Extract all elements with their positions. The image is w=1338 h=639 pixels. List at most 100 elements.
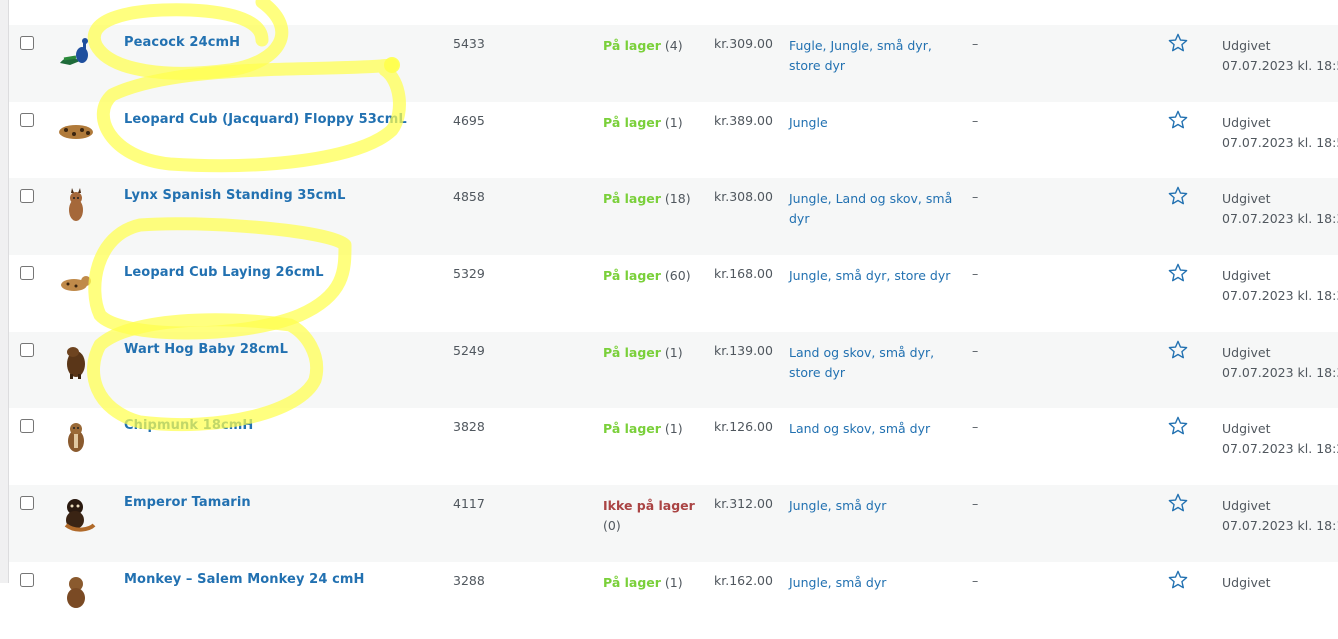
product-categories[interactable]: Land og skov, små dyr, store dyr xyxy=(789,343,964,383)
stock-count: (1) xyxy=(664,344,683,360)
row-select-checkbox[interactable] xyxy=(20,419,34,434)
stock-count: (1) xyxy=(664,114,683,130)
stock-status: På lager xyxy=(603,421,661,437)
product-categories[interactable]: Jungle, små dyr xyxy=(789,496,964,516)
star-outline-icon[interactable] xyxy=(1167,262,1189,284)
publish-date: 07.07.2023 kl. 18:39 xyxy=(1222,211,1338,227)
warthog-thumbnail[interactable] xyxy=(56,340,96,380)
product-sku: 3288 xyxy=(453,572,485,588)
product-name-link[interactable]: Wart Hog Baby 28cmL xyxy=(124,342,288,357)
publish-status: Udgivet xyxy=(1222,344,1271,360)
product-categories[interactable]: Jungle, små dyr, store dyr xyxy=(789,266,964,286)
stock-cell: På lager (1) xyxy=(603,113,703,133)
publish-status: Udgivet xyxy=(1222,38,1271,53)
table-row: Monkey – Salem Monkey 24 cmH 3288 På lag… xyxy=(9,562,1338,639)
stock-status: På lager xyxy=(603,574,661,590)
star-outline-icon[interactable] xyxy=(1167,109,1189,131)
stock-count: (60) xyxy=(664,268,691,284)
product-tags: – xyxy=(972,496,979,512)
product-categories[interactable]: Jungle xyxy=(789,113,964,133)
table-row: Wart Hog Baby 28cmL 5249 På lager (1) kr… xyxy=(9,331,1338,409)
product-tags: – xyxy=(972,266,979,282)
product-name-link[interactable]: Monkey – Salem Monkey 24 cmH xyxy=(124,572,365,587)
star-outline-icon[interactable] xyxy=(1167,32,1189,54)
products-table: Peacock 24cmH 5433 På lager (4) kr.309.0… xyxy=(9,25,1338,639)
stock-status: På lager xyxy=(603,344,661,360)
admin-sidebar-edge xyxy=(0,0,9,583)
star-outline-icon[interactable] xyxy=(1167,339,1189,361)
stock-status: På lager xyxy=(603,38,661,53)
leopard-laying-thumbnail[interactable] xyxy=(56,263,96,303)
chipmunk-thumbnail[interactable] xyxy=(56,416,96,456)
row-select-checkbox[interactable] xyxy=(20,572,34,587)
stock-cell: På lager (4) xyxy=(603,36,703,56)
table-row: Leopard Cub (Jacquard) Floppy 53cmL 4695… xyxy=(9,102,1338,179)
stock-count: (4) xyxy=(664,38,683,53)
publish-date: 07.07.2023 kl. 18:59 xyxy=(1222,58,1338,73)
product-categories[interactable]: Jungle, Land og skov, små dyr xyxy=(789,189,964,229)
product-name-link[interactable]: Leopard Cub (Jacquard) Floppy 53cmL xyxy=(124,112,407,127)
row-select-checkbox[interactable] xyxy=(20,189,34,204)
product-sku: 5329 xyxy=(453,266,485,282)
product-categories[interactable]: Land og skov, små dyr xyxy=(789,419,964,439)
product-price: kr.162.00 xyxy=(714,572,773,588)
row-select-checkbox[interactable] xyxy=(20,112,34,127)
row-select-checkbox[interactable] xyxy=(20,496,34,511)
table-row: Emperor Tamarin 4117 Ikke på lager (0) k… xyxy=(9,485,1338,562)
product-price: kr.139.00 xyxy=(714,342,773,358)
product-categories[interactable]: Fugle, Jungle, små dyr, store dyr xyxy=(789,36,964,76)
stock-count: (0) xyxy=(603,517,621,533)
product-name-link[interactable]: Chipmunk 18cmH xyxy=(124,418,253,433)
star-outline-icon[interactable] xyxy=(1167,415,1189,437)
publish-date: 07.07.2023 kl. 18:53 xyxy=(1222,134,1338,150)
stock-count: (18) xyxy=(664,191,691,207)
stock-count: (1) xyxy=(664,574,683,590)
publish-date: 07.07.2023 kl. 18:26 xyxy=(1222,441,1338,457)
product-sku: 4695 xyxy=(453,112,485,128)
product-tags: – xyxy=(972,36,979,51)
table-top-strip xyxy=(9,0,1338,25)
row-select-checkbox[interactable] xyxy=(20,342,34,357)
table-row: Leopard Cub Laying 26cmL 5329 På lager (… xyxy=(9,255,1338,332)
monkey-thumbnail[interactable] xyxy=(56,570,96,610)
publish-date: 07.07.2023 kl. 18:39 xyxy=(1222,288,1338,304)
stock-count: (1) xyxy=(664,421,683,437)
product-name-link[interactable]: Lynx Spanish Standing 35cmL xyxy=(124,188,346,203)
product-name-link[interactable]: Leopard Cub Laying 26cmL xyxy=(124,265,324,280)
stock-status: På lager xyxy=(603,268,661,284)
row-select-checkbox[interactable] xyxy=(20,266,34,281)
product-name-link[interactable]: Peacock 24cmH xyxy=(124,35,240,50)
product-sku: 4117 xyxy=(453,496,485,512)
lynx-thumbnail[interactable] xyxy=(56,186,96,226)
publish-date: 07.07.2023 kl. 18:19 xyxy=(1222,518,1338,534)
peacock-thumbnail[interactable] xyxy=(56,33,96,73)
publish-status: Udgivet xyxy=(1222,498,1271,514)
star-outline-icon[interactable] xyxy=(1167,569,1189,591)
product-sku: 5433 xyxy=(453,36,485,51)
table-row: Chipmunk 18cmH 3828 På lager (1) kr.126.… xyxy=(9,408,1338,485)
stock-cell: På lager (60) xyxy=(603,266,703,286)
stock-cell: På lager (1) xyxy=(603,419,703,439)
stock-cell: Ikke på lager (0) xyxy=(603,496,703,535)
product-price: kr.168.00 xyxy=(714,266,773,282)
leopard-floppy-thumbnail[interactable] xyxy=(56,110,96,150)
stock-cell: På lager (18) xyxy=(603,189,703,209)
product-price: kr.389.00 xyxy=(714,112,773,128)
product-sku: 4858 xyxy=(453,189,485,205)
product-price: kr.309.00 xyxy=(714,36,773,51)
product-tags: – xyxy=(972,112,979,128)
product-price: kr.312.00 xyxy=(714,496,773,512)
product-price: kr.126.00 xyxy=(714,419,773,435)
publish-info: Udgivet 07.07.2023 kl. 18:19 xyxy=(1222,496,1338,536)
publish-info: Udgivet 07.07.2023 kl. 18:39 xyxy=(1222,266,1338,306)
star-outline-icon[interactable] xyxy=(1167,492,1189,514)
publish-date: 07.07.2023 kl. 18:34 xyxy=(1222,364,1338,380)
publish-status: Udgivet xyxy=(1222,114,1271,130)
row-select-checkbox[interactable] xyxy=(20,36,34,50)
stock-status: Ikke på lager xyxy=(603,498,695,514)
stock-status: På lager xyxy=(603,114,661,130)
stock-status: På lager xyxy=(603,191,661,207)
tamarin-thumbnail[interactable] xyxy=(56,493,96,533)
product-name-link[interactable]: Emperor Tamarin xyxy=(124,495,251,510)
star-outline-icon[interactable] xyxy=(1167,185,1189,207)
